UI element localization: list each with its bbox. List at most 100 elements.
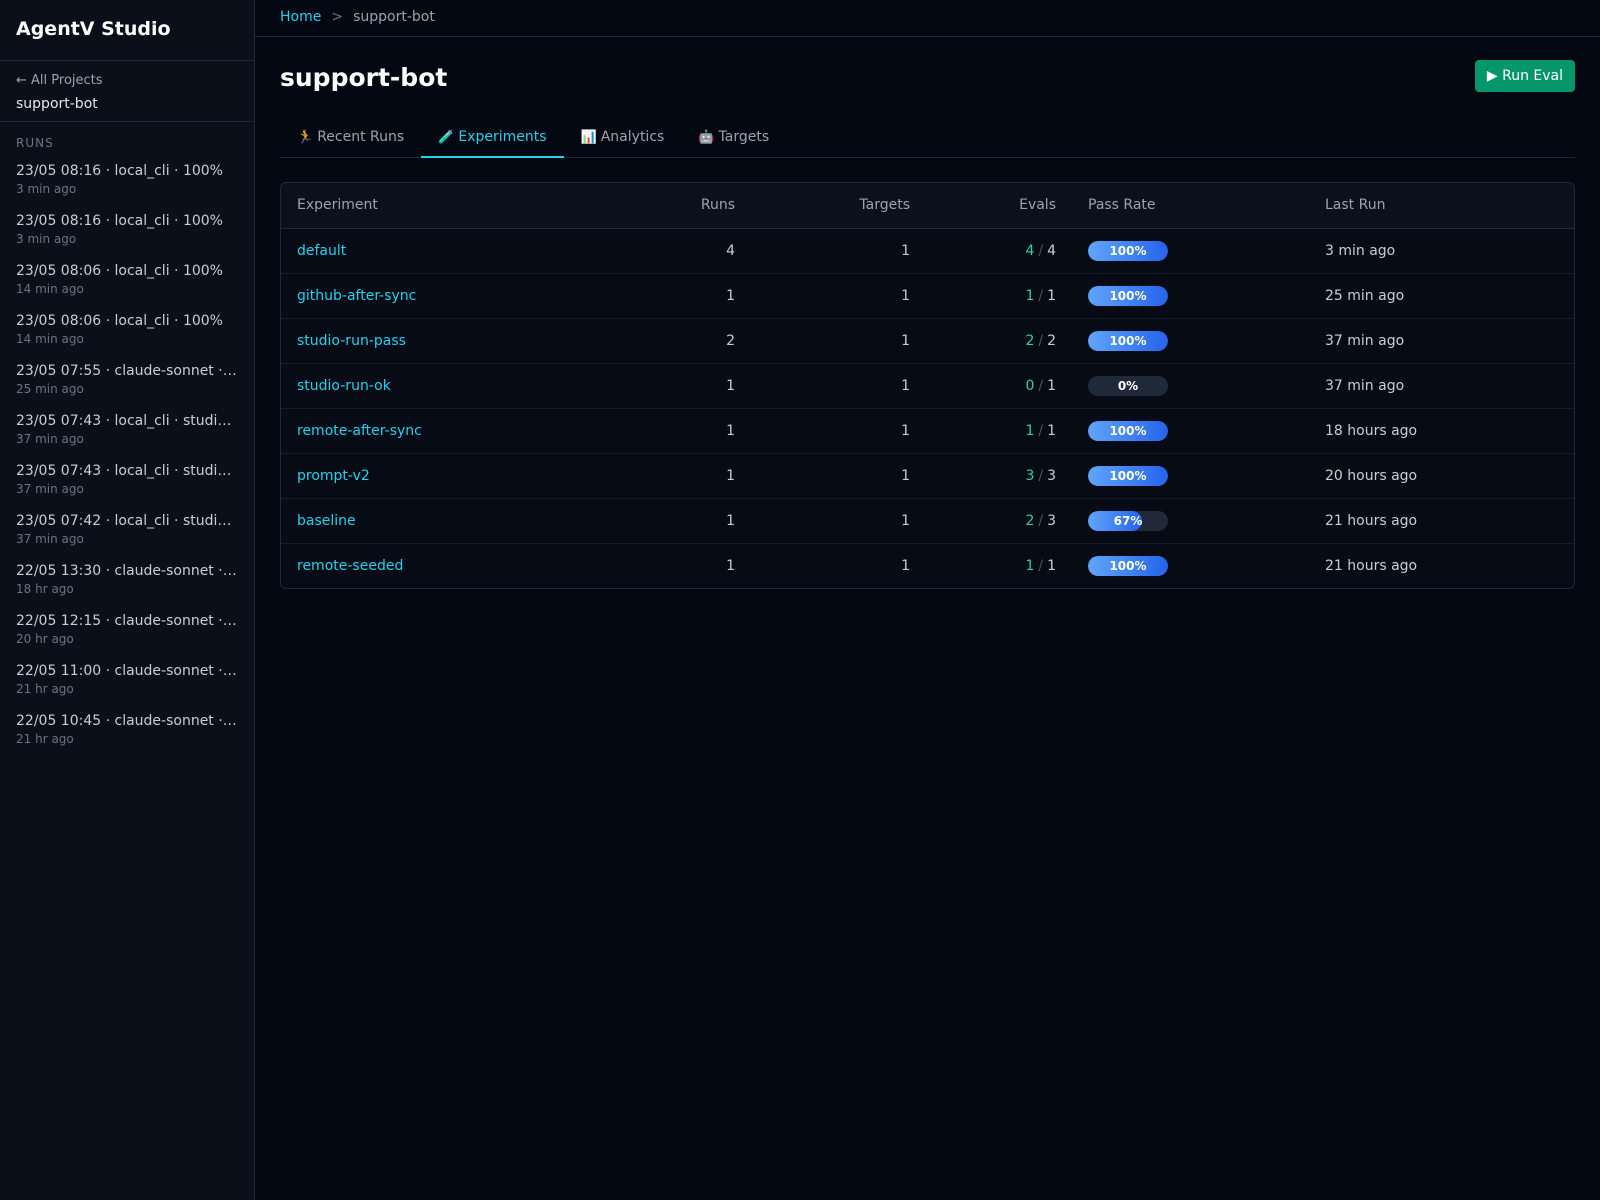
evals-separator: / <box>1038 467 1044 484</box>
experiment-link[interactable]: default <box>297 243 346 259</box>
run-title: 23/05 08:06 · local_cli · 100% <box>16 263 223 279</box>
col-evals: Evals <box>926 183 1072 229</box>
experiment-cell: studio-run-pass <box>281 318 661 364</box>
run-title: 22/05 12:15 · claude-sonnet ·… <box>16 613 237 629</box>
run-list-item[interactable]: 22/05 12:15 · claude-sonnet ·… 20 hr ago <box>0 608 254 658</box>
evals-separator: / <box>1038 242 1044 259</box>
run-time: 37 min ago <box>16 432 84 446</box>
run-title: 22/05 10:45 · claude-sonnet ·… <box>16 713 237 729</box>
pass-rate-cell: 100% <box>1072 543 1309 588</box>
tab-label: Analytics <box>600 129 665 145</box>
tab-analytics[interactable]: 📊 Analytics <box>564 118 682 158</box>
experiment-cell: prompt-v2 <box>281 453 661 499</box>
col-last-run: Last Run <box>1309 183 1574 229</box>
evals-total: 1 <box>1047 422 1056 439</box>
pass-rate-bar: 100% <box>1088 285 1168 306</box>
experiment-link[interactable]: github-after-sync <box>297 288 416 304</box>
run-list-item[interactable]: 22/05 13:30 · claude-sonnet ·… 18 hr ago <box>0 558 254 608</box>
pass-rate-label: 100% <box>1109 333 1147 348</box>
experiment-link[interactable]: remote-after-sync <box>297 423 422 439</box>
tab-targets[interactable]: 🤖 Targets <box>681 118 786 158</box>
pass-rate-label: 100% <box>1109 423 1147 438</box>
pass-rate-label: 100% <box>1109 288 1147 303</box>
pass-rate-bar: 100% <box>1088 555 1168 576</box>
table-row: studio-run-pass 2 1 2/2 100% 37 min ago <box>281 318 1574 364</box>
breadcrumb-current: support-bot <box>353 9 435 25</box>
breadcrumb-home[interactable]: Home <box>280 9 321 27</box>
pass-rate-label: 100% <box>1109 558 1147 573</box>
breadcrumb-separator: > <box>331 9 344 25</box>
run-list-item[interactable]: 23/05 07:55 · claude-sonnet ·… 25 min ago <box>0 358 254 408</box>
run-list-item[interactable]: 22/05 10:45 · claude-sonnet ·… 21 hr ago <box>0 708 254 758</box>
table-row: baseline 1 1 2/3 67% 21 hours ago <box>281 498 1574 544</box>
runs-cell: 1 <box>726 557 735 574</box>
evals-cell: 2/2 <box>926 318 1072 364</box>
evals-total: 3 <box>1047 467 1056 484</box>
run-list-item[interactable]: 23/05 08:06 · local_cli · 100% 14 min ago <box>0 258 254 308</box>
targets-cell: 1 <box>901 557 910 574</box>
evals-total: 1 <box>1047 287 1056 304</box>
app: AgentV Studio ← All Projects support-bot… <box>0 0 1600 1200</box>
targets-cell: 1 <box>751 318 926 364</box>
tab-experiments[interactable]: 🧪 Experiments <box>421 118 564 158</box>
run-eval-button[interactable]: ▶ Run Eval <box>1474 60 1575 92</box>
experiment-cell: baseline <box>281 498 661 544</box>
robot-icon: 🤖 <box>698 129 715 145</box>
experiments-table: Experiment Runs Targets Evals Pass Rate … <box>280 182 1575 589</box>
run-list-item[interactable]: 23/05 08:06 · local_cli · 100% 14 min ago <box>0 308 254 358</box>
page-header: support-bot ▶ Run Eval <box>280 37 1575 117</box>
run-list-item[interactable]: 23/05 07:43 · local_cli · studi… 37 min a… <box>0 458 254 508</box>
run-time: 20 hr ago <box>16 632 74 646</box>
running-icon: 🏃 <box>297 129 314 145</box>
sidebar: AgentV Studio ← All Projects support-bot… <box>0 0 255 1200</box>
targets-cell: 1 <box>751 408 926 454</box>
experiment-link[interactable]: baseline <box>297 513 356 529</box>
experiment-link[interactable]: prompt-v2 <box>297 468 370 484</box>
evals-total: 1 <box>1047 377 1056 394</box>
pass-rate-cell: 100% <box>1072 453 1309 499</box>
pass-rate-cell: 100% <box>1072 318 1309 364</box>
run-time: 21 hr ago <box>16 732 74 746</box>
last-run-cell: 3 min ago <box>1309 228 1574 274</box>
run-time: 3 min ago <box>16 232 77 246</box>
pass-rate-bar: 100% <box>1088 465 1168 486</box>
experiment-link[interactable]: studio-run-ok <box>297 378 391 394</box>
targets-cell: 1 <box>751 453 926 499</box>
run-list-item[interactable]: 22/05 11:00 · claude-sonnet ·… 21 hr ago <box>0 658 254 708</box>
pass-rate-cell: 100% <box>1072 273 1309 319</box>
evals-cell: 0/1 <box>926 363 1072 409</box>
run-list-item[interactable]: 23/05 08:16 · local_cli · 100% 3 min ago <box>0 158 254 208</box>
pass-rate-cell: 100% <box>1072 408 1309 454</box>
evals-separator: / <box>1038 332 1044 349</box>
pass-rate-cell: 67% <box>1072 498 1309 544</box>
pass-rate-bar: 67% <box>1088 510 1168 531</box>
run-title: 23/05 08:16 · local_cli · 100% <box>16 213 223 229</box>
sidebar-project-name: support-bot <box>16 96 98 112</box>
runs-cell: 1 <box>661 273 751 319</box>
pass-rate-label: 0% <box>1117 378 1139 393</box>
run-list-item[interactable]: 23/05 07:43 · local_cli · studi… 37 min a… <box>0 408 254 458</box>
runs-cell: 1 <box>661 498 751 544</box>
last-run-cell: 21 hours ago <box>1325 557 1418 574</box>
project-block: ← All Projects support-bot <box>0 61 254 122</box>
run-time: 14 min ago <box>16 332 84 346</box>
experiment-link[interactable]: remote-seeded <box>297 558 403 574</box>
run-list-item[interactable]: 23/05 07:42 · local_cli · studi… 37 min a… <box>0 508 254 558</box>
evals-total: 1 <box>1047 557 1056 574</box>
experiment-cell: studio-run-ok <box>281 363 661 409</box>
run-list-item[interactable]: 23/05 08:16 · local_cli · 100% 3 min ago <box>0 208 254 258</box>
col-experiment: Experiment <box>281 183 661 229</box>
page-title: support-bot <box>280 62 448 92</box>
runs-heading: RUNS <box>16 136 54 150</box>
runs-cell: 1 <box>661 408 751 454</box>
evals-separator: / <box>1038 377 1044 394</box>
col-runs: Runs <box>661 183 751 229</box>
all-projects-link[interactable]: ← All Projects <box>16 73 238 88</box>
experiment-link[interactable]: studio-run-pass <box>297 333 406 349</box>
pass-rate-bar: 0% <box>1088 375 1168 396</box>
tab-label: Recent Runs <box>317 129 405 145</box>
run-title: 23/05 07:42 · local_cli · studi… <box>16 513 232 529</box>
col-pass-rate: Pass Rate <box>1072 183 1309 229</box>
run-title: 23/05 08:16 · local_cli · 100% <box>16 163 223 179</box>
tab-recent-runs[interactable]: 🏃 Recent Runs <box>280 118 421 158</box>
